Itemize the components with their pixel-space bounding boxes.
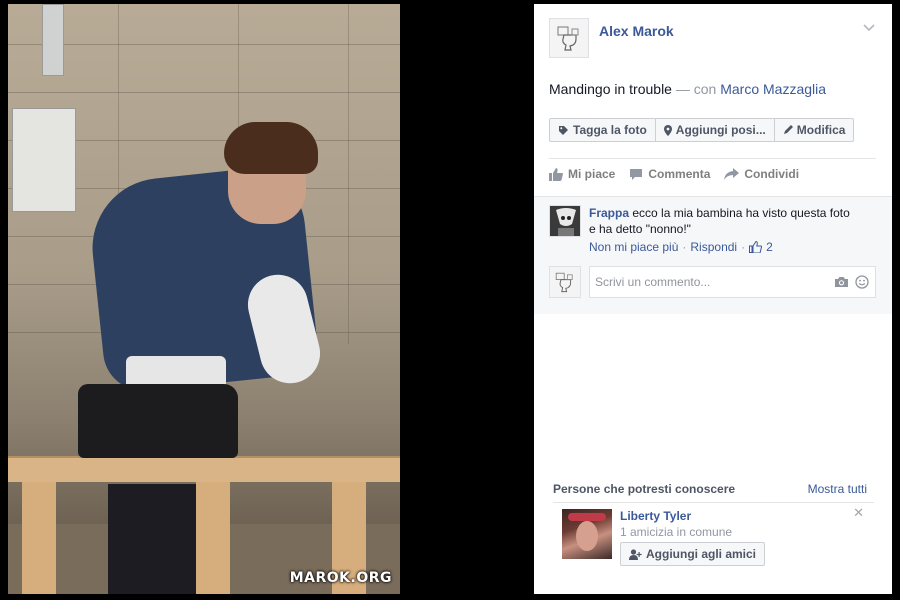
share-action[interactable]: Condividi (724, 167, 799, 181)
pymk-mutual-friends[interactable]: 1 amicizia in comune (620, 525, 765, 539)
table-top (8, 456, 400, 482)
toilet-avatar-icon (557, 26, 579, 51)
edit-label: Modifica (796, 123, 846, 137)
edit-button[interactable]: Modifica (773, 118, 855, 142)
photo-watermark: MAROK.ORG (289, 570, 392, 586)
comment-item: Frappa ecco la mia bambina ha visto ques… (534, 197, 892, 255)
thumb-up-icon (749, 241, 763, 253)
table-leg (22, 482, 56, 594)
wall-pipe (42, 4, 64, 76)
post-pane: Alex Marok Mandingo in trouble — con Mar… (534, 4, 892, 594)
meta-dot: · (682, 240, 687, 254)
comment-text: ecco la mia bambina ha visto questa foto… (589, 206, 850, 236)
like-label: Mi piace (568, 167, 616, 181)
tag-photo-button[interactable]: Tagga la foto (549, 118, 656, 142)
toilet-avatar-icon (555, 272, 573, 293)
tag-photo-label: Tagga la foto (573, 123, 647, 137)
chevron-down-icon[interactable] (862, 20, 876, 34)
comment-input[interactable]: Scrivi un commento... (589, 266, 876, 298)
social-actions: Mi piace Commenta Condividi (549, 159, 876, 189)
pymk-person-name[interactable]: Liberty Tyler (620, 509, 765, 523)
camera-icon[interactable] (834, 276, 849, 288)
comment-meta: Non mi piace più · Rispondi · 2 (589, 239, 859, 255)
reply-link[interactable]: Rispondi (690, 239, 737, 255)
comments-section: Frappa ecco la mia bambina ha visto ques… (534, 196, 892, 314)
electrical-panel (12, 108, 76, 212)
tagged-person-link[interactable]: Marco Mazzaglia (720, 81, 826, 97)
add-friend-button[interactable]: Aggiungi agli amici (620, 542, 766, 566)
add-friend-icon (629, 548, 642, 560)
comment-composer: Scrivi un commento... (534, 255, 892, 298)
comment-label: Commenta (648, 167, 711, 181)
pymk-profile-photo[interactable] (562, 509, 612, 559)
comment-author[interactable]: Frappa (589, 206, 629, 220)
photo-action-buttons: Tagga la foto Aggiungi posi... Modifica (549, 118, 876, 142)
tag-icon (559, 125, 568, 135)
table-leg (196, 482, 230, 594)
pymk-title: Persone che potresti conoscere (553, 482, 736, 496)
composer-icons (834, 275, 869, 289)
comment-body: Frappa ecco la mia bambina ha visto ques… (589, 205, 859, 255)
caption-with-separator: — con (675, 81, 717, 97)
pymk-info: Liberty Tyler 1 amicizia in comune Aggiu… (620, 509, 766, 566)
close-icon[interactable]: ✕ (853, 505, 864, 521)
commenter-avatar-image (550, 206, 580, 236)
comment-like-count[interactable]: 2 (766, 239, 773, 255)
like-icon (549, 167, 563, 181)
person-legs (108, 484, 198, 594)
author-avatar[interactable] (549, 18, 589, 58)
smiley-icon[interactable] (855, 275, 869, 289)
post-author[interactable]: Alex Marok (599, 23, 674, 39)
like-action[interactable]: Mi piace (549, 167, 615, 181)
add-friend-label: Aggiungi agli amici (646, 547, 757, 561)
comment-action[interactable]: Commenta (629, 167, 710, 181)
post-header: Alex Marok (549, 18, 876, 60)
unlike-link[interactable]: Non mi piace più (589, 239, 678, 255)
share-label: Condividi (744, 167, 800, 181)
caption-text: Mandingo in trouble (549, 81, 672, 97)
comment-icon (630, 168, 643, 180)
pymk-header: Persone che potresti conoscere Mostra tu… (534, 482, 892, 496)
photo[interactable]: MAROK.ORG (8, 4, 400, 594)
photo-stage: MAROK.ORG (0, 0, 534, 600)
people-you-may-know: Persone che potresti conoscere Mostra tu… (534, 482, 892, 566)
add-location-button[interactable]: Aggiungi posi... (654, 118, 775, 142)
person-hair (224, 122, 318, 174)
add-location-label: Aggiungi posi... (675, 123, 766, 137)
projector (78, 384, 238, 458)
share-icon (724, 167, 740, 180)
pencil-icon (783, 125, 793, 134)
commenter-avatar[interactable] (549, 205, 581, 237)
pymk-item: Liberty Tyler 1 amicizia in comune Aggiu… (534, 503, 892, 566)
composer-avatar (549, 266, 581, 298)
comment-placeholder: Scrivi un commento... (595, 275, 711, 289)
post-caption: Mandingo in trouble — con Marco Mazzagli… (549, 80, 876, 98)
see-all-link[interactable]: Mostra tutti (808, 482, 867, 496)
location-pin-icon (663, 124, 672, 136)
meta-dot: · (741, 240, 746, 254)
